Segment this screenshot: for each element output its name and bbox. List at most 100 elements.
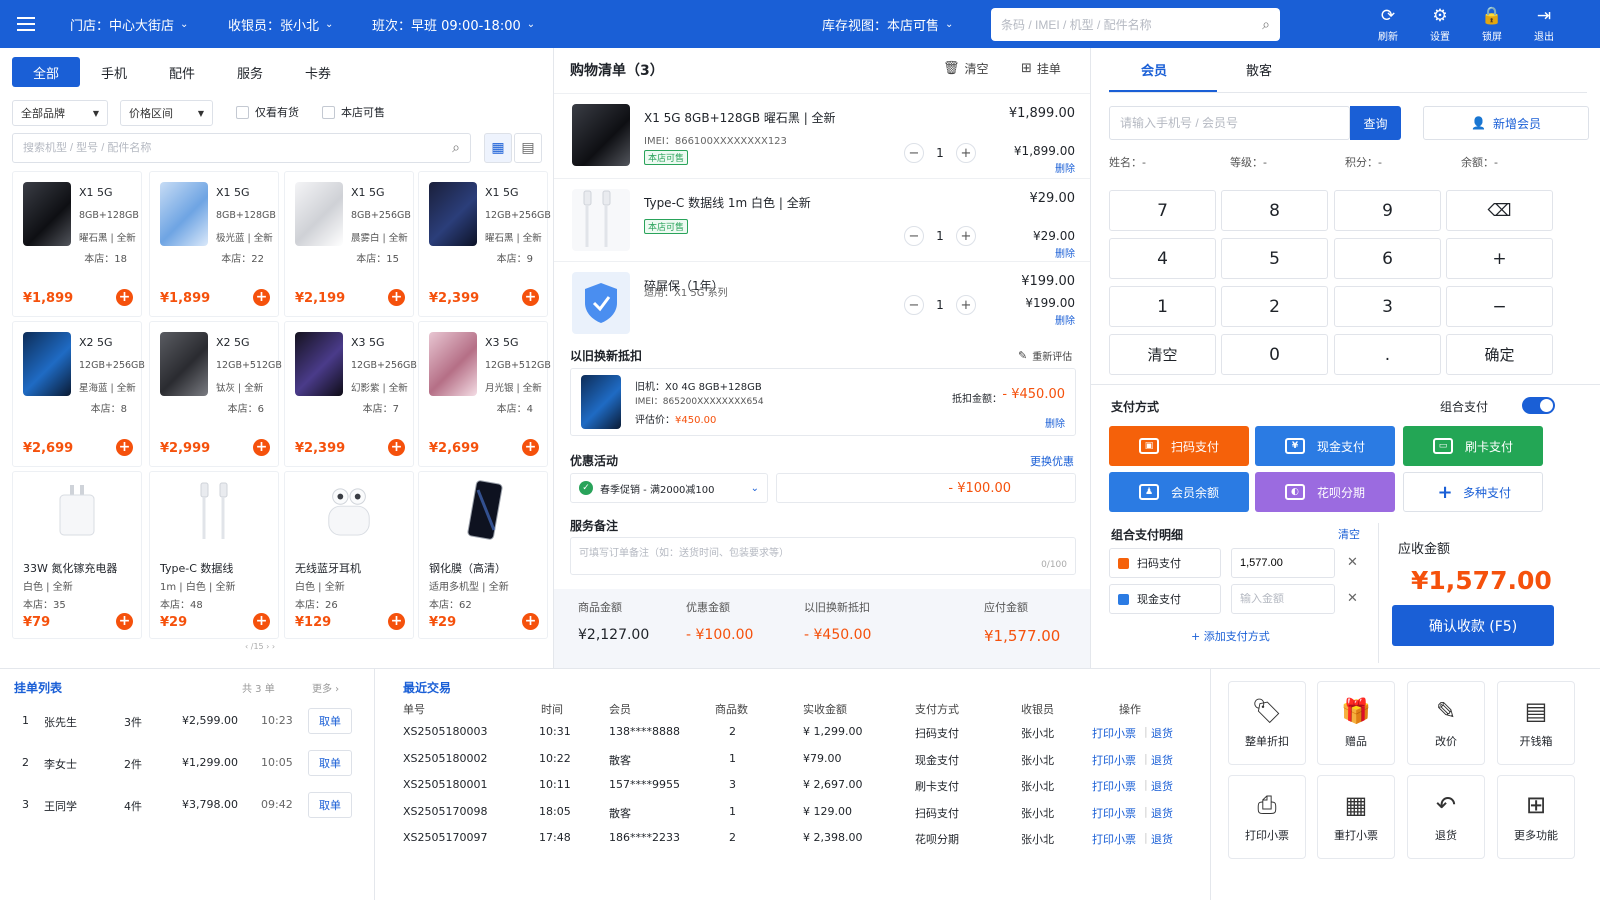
gear-button[interactable]: ⚙ 设置 bbox=[1420, 6, 1460, 44]
add-to-cart-icon[interactable]: + bbox=[388, 439, 405, 456]
keypad-key[interactable]: . bbox=[1334, 334, 1441, 375]
member-search[interactable] bbox=[1109, 106, 1350, 140]
grid-view-button[interactable]: ▦ bbox=[484, 133, 512, 163]
tab-category-3[interactable]: 服务 bbox=[216, 57, 284, 87]
add-to-cart-icon[interactable]: + bbox=[116, 289, 133, 306]
keypad-key[interactable]: 6 bbox=[1334, 238, 1441, 279]
keypad-key[interactable]: 7 bbox=[1109, 190, 1216, 231]
print-receipt-link[interactable]: 打印小票 bbox=[1092, 778, 1136, 794]
checkbox-box[interactable] bbox=[322, 105, 335, 119]
payment-method-button[interactable]: ◐ 花呗分期 bbox=[1255, 472, 1395, 512]
payment-method-button[interactable]: + 多种支付 bbox=[1403, 472, 1543, 512]
refresh-button[interactable]: ⟳ 刷新 bbox=[1368, 6, 1408, 44]
print-receipt-link[interactable]: 打印小票 bbox=[1092, 805, 1136, 821]
reprint-button[interactable]: ▦ 重打小票 bbox=[1317, 775, 1395, 859]
product-card[interactable]: Type-C 数据线 1m | 白色 | 全新 本店：48 ¥29 + bbox=[149, 471, 279, 639]
product-card[interactable]: X1 5G 8GB+128GB 曜石黑 | 全新 本店：18 ¥1,899 + bbox=[12, 171, 142, 317]
tradein-delete-link[interactable]: 删除 bbox=[1045, 415, 1065, 430]
take-order-button[interactable]: 取单 bbox=[308, 792, 352, 818]
product-card[interactable]: X3 5G 12GB+512GB 月光银 | 全新 本店：4 ¥2,699 + bbox=[418, 321, 551, 467]
keypad-key[interactable]: − bbox=[1446, 286, 1553, 327]
confirm-payment-button[interactable]: 确认收款 (F5) bbox=[1392, 605, 1554, 646]
grid-pager[interactable]: ‹ /15 › › bbox=[245, 642, 275, 651]
cart-item-delete-link[interactable]: 删除 bbox=[1055, 160, 1075, 175]
combo-pay-toggle[interactable] bbox=[1522, 397, 1555, 414]
return-button[interactable]: ↶ 退货 bbox=[1407, 775, 1485, 859]
plus-icon[interactable]: + bbox=[955, 143, 976, 163]
keypad-key[interactable]: 3 bbox=[1334, 286, 1441, 327]
inventory-view-selector[interactable]: 库存视图：本店可售 ⌄ bbox=[822, 0, 953, 48]
lock-button[interactable]: 🔒 锁屏 bbox=[1472, 6, 1512, 44]
member-search-input[interactable] bbox=[1120, 116, 1339, 130]
minus-icon[interactable]: − bbox=[904, 295, 924, 315]
product-search-input[interactable] bbox=[23, 142, 453, 154]
product-card[interactable]: X3 5G 12GB+256GB 幻影紫 | 全新 本店：7 ¥2,399 + bbox=[284, 321, 417, 467]
cart-item-delete-link[interactable]: 删除 bbox=[1055, 245, 1075, 260]
checkbox-box[interactable] bbox=[236, 105, 249, 119]
plus-icon[interactable]: + bbox=[955, 295, 976, 315]
combo-amount-field[interactable] bbox=[1231, 548, 1335, 578]
add-member-button[interactable]: 👤 新增会员 bbox=[1423, 106, 1589, 140]
product-card[interactable]: X1 5G 8GB+256GB 晨雾白 | 全新 本店：15 ¥2,199 + bbox=[284, 171, 414, 317]
global-search-input[interactable] bbox=[1001, 17, 1263, 32]
keypad-key[interactable]: 5 bbox=[1221, 238, 1328, 279]
refund-link[interactable]: 退货 bbox=[1151, 752, 1173, 768]
payment-method-button[interactable]: ♟ 会员余额 bbox=[1109, 472, 1249, 512]
payment-method-button[interactable]: ¥ 现金支付 bbox=[1255, 426, 1395, 466]
printer-button[interactable]: ⎙ 打印小票 bbox=[1228, 775, 1306, 859]
keypad-key[interactable]: 清空 bbox=[1109, 334, 1216, 375]
add-to-cart-icon[interactable]: + bbox=[116, 613, 133, 630]
quantity-stepper[interactable]: −1 + bbox=[904, 142, 976, 164]
discount-tag-button[interactable]: 🏷 整单折扣 bbox=[1228, 681, 1306, 765]
keypad-key[interactable]: + bbox=[1446, 238, 1553, 279]
keypad-key[interactable]: 1 bbox=[1109, 286, 1216, 327]
logout-button[interactable]: ⇥ 退出 bbox=[1524, 6, 1564, 44]
minus-icon[interactable]: − bbox=[904, 226, 924, 246]
quantity-stepper[interactable]: −1 + bbox=[904, 225, 976, 247]
print-receipt-link[interactable]: 打印小票 bbox=[1092, 752, 1136, 768]
global-search[interactable]: ⌕ bbox=[991, 8, 1280, 41]
hold-order-row[interactable]: 1 张先生 3件 ¥2,599.00 10:23 取单 bbox=[0, 701, 374, 743]
add-to-cart-icon[interactable]: + bbox=[253, 439, 270, 456]
hold-order-row[interactable]: 3 王同学 4件 ¥3,798.00 09:42 取单 bbox=[0, 785, 374, 827]
hamburger-menu-icon[interactable] bbox=[14, 12, 38, 36]
product-card[interactable]: X1 5G 12GB+256GB 曜石黑 | 全新 本店：9 ¥2,399 + bbox=[418, 171, 551, 317]
refund-link[interactable]: 退货 bbox=[1151, 805, 1173, 821]
plus-icon[interactable]: + bbox=[955, 226, 976, 246]
combo-amount-input[interactable] bbox=[1240, 557, 1326, 569]
product-card[interactable]: X2 5G 12GB+512GB 钛灰 | 全新 本店：6 ¥2,999 + bbox=[149, 321, 282, 467]
product-card[interactable]: 钢化膜（高清） 适用多机型 | 全新 本店：62 ¥29 + bbox=[418, 471, 548, 639]
payment-method-button[interactable]: ▭ 刷卡支付 bbox=[1403, 426, 1543, 466]
combo-amount-field[interactable] bbox=[1231, 584, 1335, 614]
keypad-key[interactable]: 0 bbox=[1221, 334, 1328, 375]
take-order-button[interactable]: 取单 bbox=[308, 708, 352, 734]
order-note-input[interactable] bbox=[571, 538, 1075, 574]
tab-walk-in[interactable]: 散客 bbox=[1246, 60, 1272, 79]
product-search[interactable]: ⌕ bbox=[12, 133, 471, 163]
close-icon[interactable]: ✕ bbox=[1347, 555, 1358, 570]
combo-clear-link[interactable]: 清空 bbox=[1338, 526, 1360, 542]
edit-price-button[interactable]: ✎ 改价 bbox=[1407, 681, 1485, 765]
product-card[interactable]: X1 5G 8GB+128GB 极光蓝 | 全新 本店：22 ¥1,899 + bbox=[149, 171, 279, 317]
keypad-key[interactable]: 2 bbox=[1221, 286, 1328, 327]
hold-order-button[interactable]: ⊞ 挂单 bbox=[1021, 60, 1061, 77]
reassess-button[interactable]: ✎ 重新评估 bbox=[1018, 348, 1072, 363]
keypad-key[interactable]: 9 bbox=[1334, 190, 1441, 231]
product-card[interactable]: 无线蓝牙耳机 白色 | 全新 本店：26 ¥129 + bbox=[284, 471, 414, 639]
query-button[interactable]: 查询 bbox=[1350, 106, 1401, 140]
hold-more-link[interactable]: 更多 › bbox=[312, 680, 339, 695]
shift-selector[interactable]: 班次：早班 09:00-18:00 ⌄ bbox=[372, 0, 535, 48]
payment-method-button[interactable]: ▣ 扫码支付 bbox=[1109, 426, 1249, 466]
cart-item-delete-link[interactable]: 删除 bbox=[1055, 312, 1075, 327]
tab-category-2[interactable]: 配件 bbox=[148, 57, 216, 87]
combo-amount-input[interactable] bbox=[1240, 593, 1326, 605]
tab-category-1[interactable]: 手机 bbox=[80, 57, 148, 87]
keypad-key[interactable]: ⌫ bbox=[1446, 190, 1553, 231]
cash-drawer-button[interactable]: ▤ 开钱箱 bbox=[1497, 681, 1575, 765]
refund-link[interactable]: 退货 bbox=[1151, 725, 1173, 741]
take-order-button[interactable]: 取单 bbox=[308, 750, 352, 776]
tab-member[interactable]: 会员 bbox=[1141, 60, 1167, 79]
gift-button[interactable]: 🎁 赠品 bbox=[1317, 681, 1395, 765]
list-view-button[interactable]: ▤ bbox=[514, 133, 542, 163]
tab-category-4[interactable]: 卡券 bbox=[284, 57, 352, 87]
